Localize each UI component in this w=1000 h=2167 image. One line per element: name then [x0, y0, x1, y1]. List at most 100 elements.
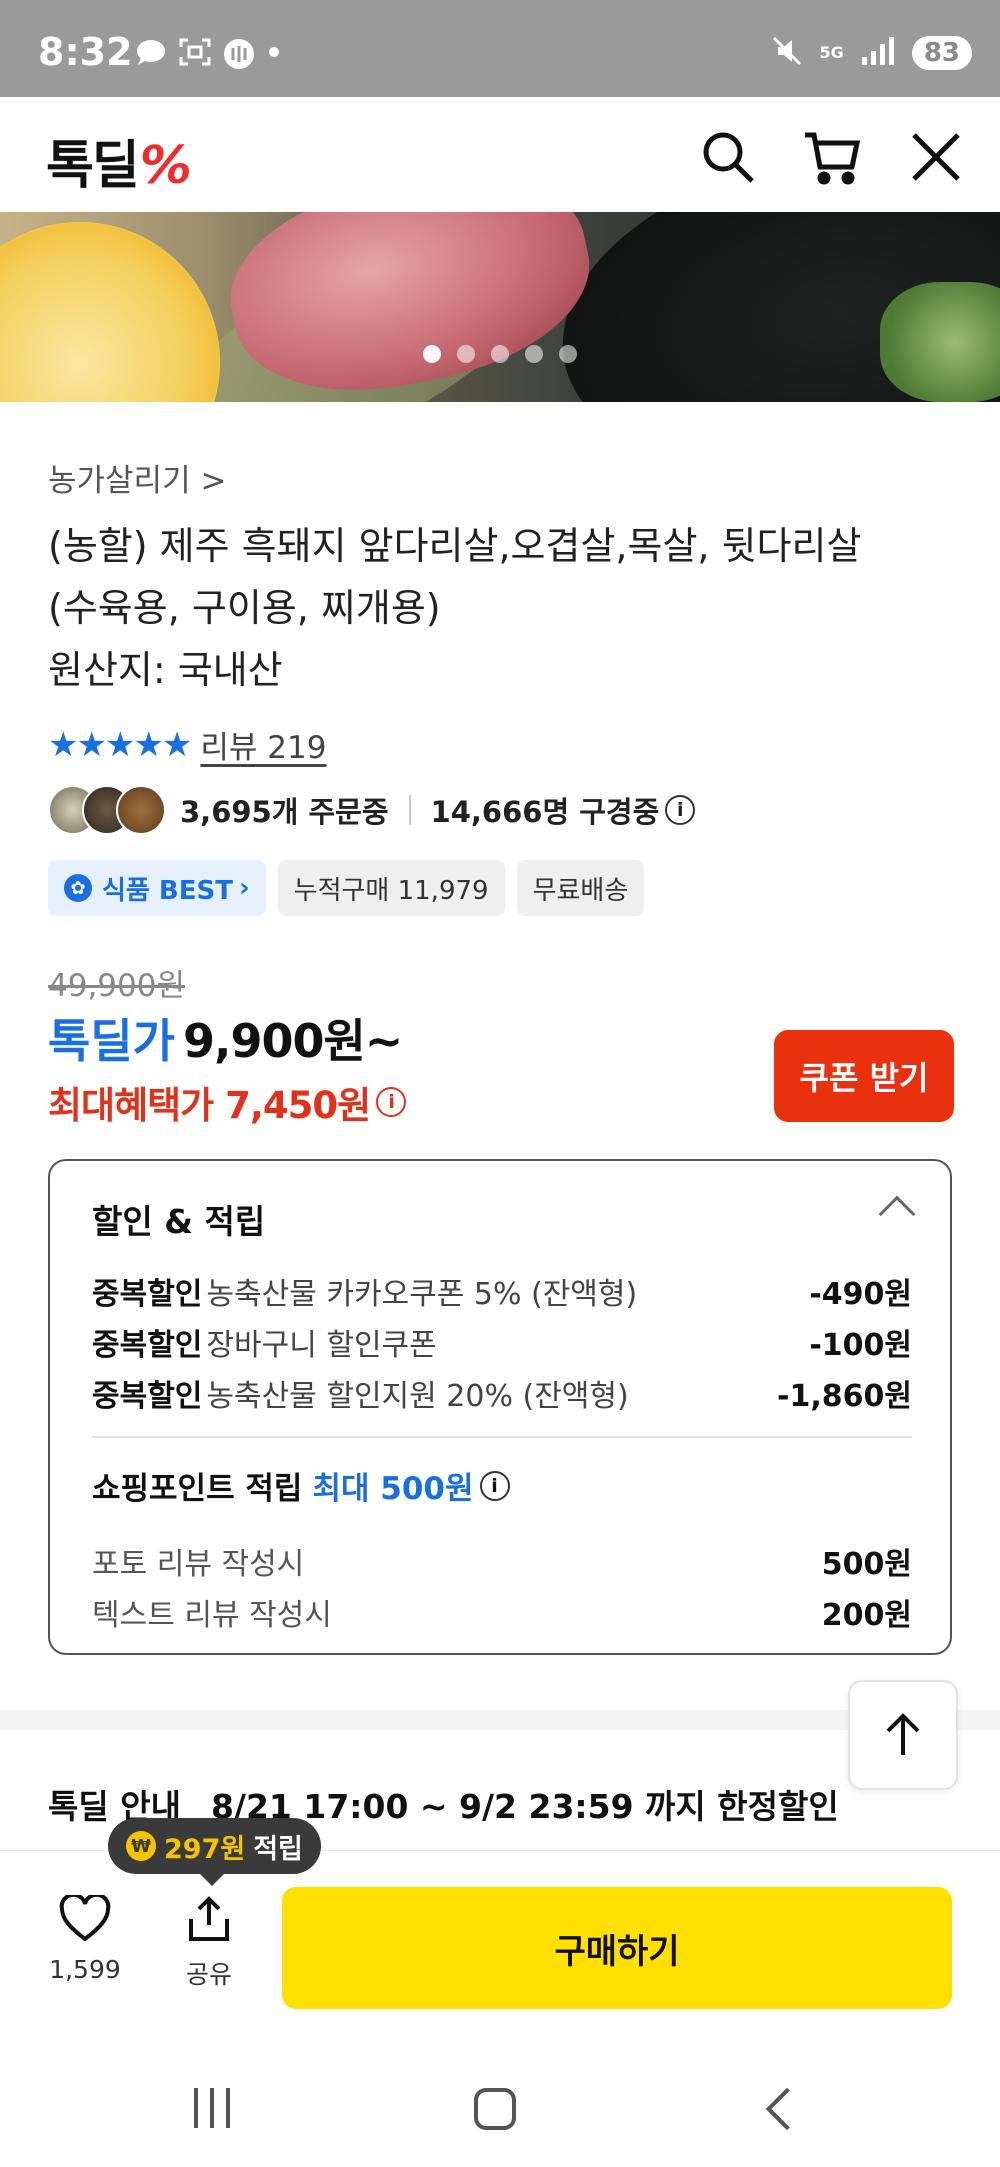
recent-apps-icon[interactable] [194, 2088, 230, 2128]
app-header: 톡딜% [0, 97, 1000, 212]
rating-row: ★★★★★ 리뷰 219 [48, 722, 326, 767]
discount-desc: 농축산물 카카오쿠폰 5% (잔액형) [206, 1277, 638, 1312]
deal-price: 9,900원~ [182, 1014, 403, 1068]
like-button[interactable]: 1,599 [40, 1892, 130, 1984]
product-tags: ✿ 식품 BEST › 누적구매 11,979 무료배송 [48, 860, 645, 916]
coin-icon: ₩ [126, 1831, 156, 1861]
network-5g-label: 5G [819, 43, 844, 62]
info-icon[interactable]: i [479, 1470, 510, 1501]
carousel-dot[interactable] [491, 345, 509, 363]
discount-desc: 농축산물 할인지원 20% (잔액형) [206, 1379, 629, 1414]
scroll-to-top-button[interactable] [848, 1680, 958, 1790]
close-icon[interactable] [906, 127, 966, 187]
max-benefit-price: 최대혜택가 7,450원 [48, 1084, 371, 1127]
status-notification-icons [135, 38, 299, 69]
get-coupon-button[interactable]: 쿠폰 받기 [774, 1030, 954, 1122]
hero-lemon-shape [0, 222, 220, 402]
points-tooltip: ₩ 297원 적립 [108, 1818, 321, 1886]
arrow-up-icon [886, 1713, 920, 1755]
battery-indicator: 83 [911, 36, 972, 70]
discount-type: 중복할인 [92, 1328, 203, 1363]
logo-text: 톡딜 [46, 136, 140, 196]
star-rating: ★★★★★ [48, 724, 192, 765]
search-icon[interactable] [698, 127, 758, 187]
discount-panel-title: 할인 & 적립 [92, 1202, 266, 1241]
title-line: 원산지: 국내산 [48, 648, 283, 692]
original-price: 49,900원 [48, 968, 185, 1004]
share-label: 공유 [185, 1960, 232, 1989]
orders-count: 3,695개 주문중 [180, 795, 389, 829]
deal-price-row: 톡딜가 9,900원~ [48, 1005, 403, 1071]
chevron-right-icon: › [238, 873, 250, 903]
tag-free-shipping: 무료배송 [516, 860, 645, 916]
like-count: 1,599 [49, 1955, 121, 1984]
point-amount: 200원 [821, 1598, 912, 1633]
discount-amount: -490원 [809, 1277, 912, 1312]
brand-link[interactable]: 농가살리기 > [48, 455, 226, 500]
tag-best-label: 식품 BEST [102, 875, 233, 906]
discount-row: 중복할인 농축산물 카카오쿠폰 5% (잔액형) -490원 [92, 1269, 912, 1313]
carousel-dot[interactable] [559, 345, 577, 363]
screenshot-icon [179, 38, 211, 66]
home-icon[interactable] [474, 2088, 516, 2130]
chat-bubble-icon [135, 38, 167, 66]
app-badge-icon [223, 38, 255, 69]
divider [408, 795, 411, 825]
mute-icon [770, 34, 804, 72]
buyer-thumbnail [116, 785, 166, 835]
viewers-count: 14,666명 구경중 [430, 795, 660, 829]
product-image-carousel[interactable] [0, 212, 1000, 402]
discount-desc: 장바구니 할인쿠폰 [206, 1328, 437, 1363]
hero-greens-shape [880, 282, 1000, 402]
status-time: 8:32 [38, 30, 133, 74]
tooltip-suffix: 적립 [253, 1833, 303, 1865]
info-icon[interactable]: i [376, 1087, 407, 1117]
heart-icon [59, 1892, 111, 1942]
best-badge-icon: ✿ [64, 874, 92, 902]
back-icon[interactable] [765, 2087, 809, 2131]
cart-icon[interactable] [802, 127, 862, 187]
discount-row: 중복할인 장바구니 할인쿠폰 -100원 [92, 1320, 912, 1364]
carousel-dot[interactable] [423, 345, 441, 363]
points-title-label: 쇼핑포인트 적립 [92, 1471, 303, 1507]
orders-row: 3,695개 주문중 14,666명 구경중 i [48, 785, 696, 835]
status-bar: 8:32 5G 83 [0, 0, 1000, 97]
discount-row: 중복할인 농축산물 할인지원 20% (잔액형) -1,860원 [92, 1371, 912, 1415]
buy-button[interactable]: 구매하기 [282, 1887, 952, 2009]
signal-icon [860, 35, 896, 71]
point-row: 텍스트 리뷰 작성시 200원 [92, 1590, 912, 1634]
share-button[interactable]: 공유 [164, 1895, 254, 1991]
status-right: 5G 83 [770, 34, 972, 72]
review-link[interactable]: 리뷰 219 [200, 722, 326, 767]
tag-cumulative-purchases: 누적구매 11,979 [277, 860, 505, 916]
carousel-indicator [0, 345, 1000, 363]
talkdeal-logo[interactable]: 톡딜% [46, 123, 192, 198]
discount-type: 중복할인 [92, 1277, 203, 1312]
max-benefit-row: 최대혜택가 7,450원 i [48, 1075, 407, 1129]
discount-points-panel: 할인 & 적립 중복할인 농축산물 카카오쿠폰 5% (잔액형) -490원 중복… [48, 1159, 952, 1655]
dot-icon [267, 38, 299, 66]
points-max-label: 최대 500원 [312, 1471, 474, 1507]
carousel-dot[interactable] [457, 345, 475, 363]
share-icon [189, 1896, 229, 1941]
chevron-up-icon[interactable] [878, 1195, 916, 1233]
buyer-thumbnails [48, 785, 168, 835]
point-label: 포토 리뷰 작성시 [92, 1547, 305, 1582]
tooltip-amount: 297원 [164, 1833, 246, 1865]
discount-type: 중복할인 [92, 1379, 203, 1414]
divider [92, 1436, 912, 1438]
title-line: (수육용, 구이용, 찌개용) [48, 586, 441, 630]
point-amount: 500원 [821, 1547, 912, 1582]
system-navigation-bar [0, 2040, 1000, 2167]
title-line: (농할) 제주 흑돼지 앞다리살,오겹살,목살, 뒷다리살 [48, 524, 862, 568]
tag-food-best[interactable]: ✿ 식품 BEST › [48, 860, 266, 916]
logo-mark: % [139, 136, 192, 196]
info-icon[interactable]: i [665, 795, 696, 825]
deal-price-label: 톡딜가 [48, 1014, 175, 1068]
point-row: 포토 리뷰 작성시 500원 [92, 1539, 912, 1583]
product-title: (농할) 제주 흑돼지 앞다리살,오겹살,목살, 뒷다리살 (수육용, 구이용,… [48, 515, 958, 701]
discount-amount: -1,860원 [777, 1379, 912, 1414]
discount-amount: -100원 [809, 1328, 912, 1363]
carousel-dot[interactable] [525, 345, 543, 363]
shopping-points-title: 쇼핑포인트 적립 최대 500원 i [92, 1463, 510, 1508]
